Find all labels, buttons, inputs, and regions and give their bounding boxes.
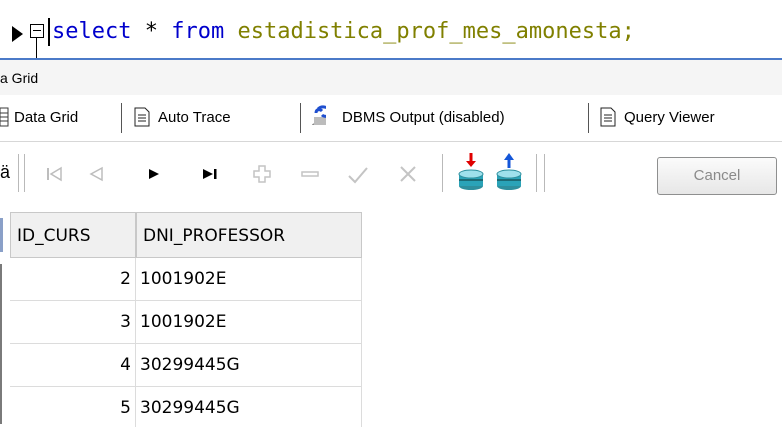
- prior-record-icon[interactable]: [82, 160, 110, 188]
- tab-divider: [121, 103, 122, 133]
- cancel-button[interactable]: Cancel: [657, 157, 777, 195]
- statement-terminator: ;: [621, 19, 635, 44]
- next-record-icon[interactable]: [140, 160, 168, 188]
- toolbar-glyph: ä: [0, 162, 11, 182]
- text-cursor: [48, 18, 50, 46]
- table-cell-id-curs[interactable]: 3: [10, 301, 136, 344]
- toolbar-separator: [536, 154, 537, 192]
- table-cell-id-curs[interactable]: 5: [10, 387, 136, 427]
- current-line-arrow-icon: [12, 26, 23, 42]
- column-header-dni-professor[interactable]: DNI_PROFESSOR: [136, 212, 362, 258]
- first-record-icon[interactable]: [40, 160, 68, 188]
- table-cell-id-curs[interactable]: 4: [10, 344, 136, 387]
- toolbar-separator: [442, 154, 443, 192]
- toolbar-separator: [544, 154, 545, 192]
- dbms-icon: [312, 105, 326, 125]
- grid-caption-bar: a Grid: [0, 58, 782, 97]
- table-name: estadistica_prof_mes_amonesta: [237, 19, 622, 44]
- tab-divider: [300, 103, 301, 133]
- table-cell-dni-professor[interactable]: 30299445G: [136, 387, 362, 427]
- last-record-icon[interactable]: [196, 160, 224, 188]
- table-cell-id-curs[interactable]: 2: [10, 258, 136, 301]
- document-icon: [134, 107, 150, 127]
- grid-navigation-toolbar: ä Cancel: [0, 142, 782, 204]
- delete-record-icon[interactable]: [296, 160, 324, 188]
- sql-editor[interactable]: select * from estadistica_prof_mes_amone…: [0, 0, 782, 58]
- table-cell-dni-professor[interactable]: 30299445G: [136, 344, 362, 387]
- export-icon[interactable]: [494, 152, 524, 192]
- import-icon[interactable]: [456, 152, 486, 192]
- fold-guide-line: [36, 38, 37, 58]
- tab-query-viewer[interactable]: Query Viewer: [622, 95, 715, 141]
- table-cell-dni-professor[interactable]: 1001902E: [136, 301, 362, 344]
- tab-divider: [588, 103, 589, 133]
- result-tabs: Data Grid Auto Trace DBMS Output (disabl…: [0, 95, 782, 142]
- cancel-edit-icon[interactable]: [394, 160, 422, 188]
- insert-record-icon[interactable]: [248, 160, 276, 188]
- keyword-from: from: [171, 19, 225, 44]
- row-indicator-strip: [0, 212, 4, 427]
- toolbar-separator: [24, 154, 25, 192]
- tab-auto-trace[interactable]: Auto Trace: [156, 95, 231, 141]
- operator-star: *: [144, 19, 158, 44]
- collapse-icon[interactable]: [30, 24, 44, 38]
- tab-dbms-output[interactable]: DBMS Output (disabled): [340, 95, 505, 141]
- tab-data-grid[interactable]: Data Grid: [12, 95, 79, 141]
- grid-caption: a Grid: [0, 70, 39, 86]
- sql-statement[interactable]: select * from estadistica_prof_mes_amone…: [52, 18, 635, 46]
- column-header-id-curs[interactable]: ID_CURS: [10, 212, 136, 258]
- results-grid[interactable]: ID_CURS DNI_PROFESSOR 2 1001902E 3 10019…: [10, 212, 362, 427]
- toolbar-separator: [18, 154, 19, 192]
- keyword-select: select: [52, 19, 132, 44]
- document-icon: [600, 107, 616, 127]
- table-cell-dni-professor[interactable]: 1001902E: [136, 258, 362, 301]
- post-edit-icon[interactable]: [344, 160, 372, 188]
